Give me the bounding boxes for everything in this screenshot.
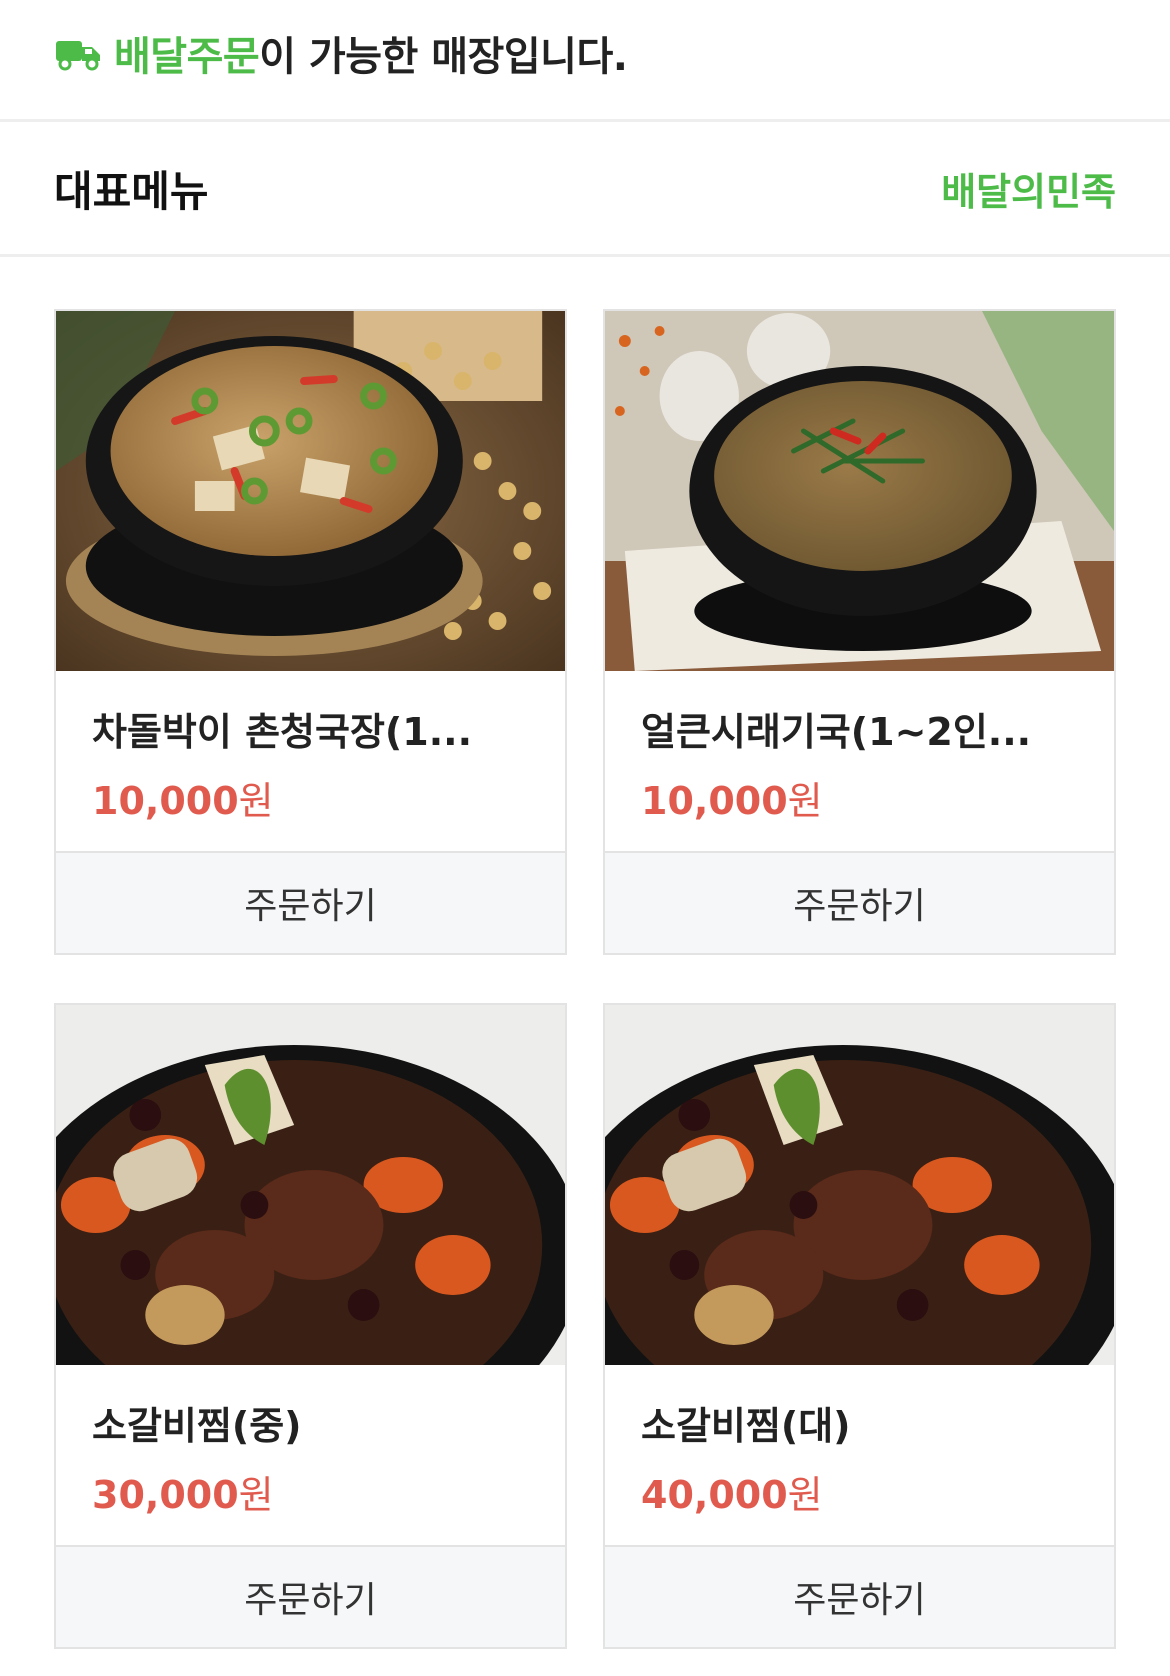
price-currency: 원	[238, 1473, 274, 1517]
menu-info: 차돌박이 촌청국장(1... 10,000원	[56, 671, 565, 853]
menu-info: 소갈비찜(중) 30,000원	[56, 1365, 565, 1547]
menu-grid: 차돌박이 촌청국장(1... 10,000원 주문하기 얼큰시래기국(1~2인.…	[0, 257, 1170, 1649]
menu-name[interactable]: 소갈비찜(대)	[641, 1395, 1078, 1450]
price-currency: 원	[238, 779, 274, 823]
order-button[interactable]: 주문하기	[56, 1547, 565, 1647]
baemin-link[interactable]: 배달의민족	[941, 161, 1116, 216]
delivery-rest: 이 가능한 매장입니다.	[259, 33, 628, 80]
price-value: 10,000	[92, 779, 239, 823]
delivery-banner: 배달주문이 가능한 매장입니다.	[0, 0, 1170, 122]
radish-greens-soup-photo[interactable]	[605, 311, 1114, 671]
menu-name[interactable]: 차돌박이 촌청국장(1...	[92, 701, 529, 756]
section-header: 대표메뉴 배달의민족	[0, 122, 1170, 257]
price-currency: 원	[787, 779, 823, 823]
soybean-paste-stew-photo[interactable]	[56, 311, 565, 671]
menu-name[interactable]: 소갈비찜(중)	[92, 1395, 529, 1450]
menu-info: 소갈비찜(대) 40,000원	[605, 1365, 1114, 1547]
menu-name[interactable]: 얼큰시래기국(1~2인...	[641, 701, 1078, 756]
delivery-banner-text: 배달주문이 가능한 매장입니다.	[114, 24, 628, 82]
braised-short-ribs-photo[interactable]	[605, 1005, 1114, 1365]
menu-card[interactable]: 얼큰시래기국(1~2인... 10,000원 주문하기	[603, 309, 1116, 955]
menu-info: 얼큰시래기국(1~2인... 10,000원	[605, 671, 1114, 853]
price-value: 40,000	[641, 1473, 788, 1517]
price-value: 10,000	[641, 779, 788, 823]
order-button[interactable]: 주문하기	[56, 853, 565, 953]
delivery-truck-icon	[56, 40, 100, 70]
order-button[interactable]: 주문하기	[605, 1547, 1114, 1647]
section-title: 대표메뉴	[54, 166, 209, 216]
menu-price: 40,000원	[641, 1464, 1078, 1519]
price-currency: 원	[787, 1473, 823, 1517]
menu-card[interactable]: 소갈비찜(중) 30,000원 주문하기	[54, 1003, 567, 1649]
menu-price: 10,000원	[92, 770, 529, 825]
price-value: 30,000	[92, 1473, 239, 1517]
delivery-highlight: 배달주문	[114, 33, 260, 80]
menu-price: 30,000원	[92, 1464, 529, 1519]
menu-price: 10,000원	[641, 770, 1078, 825]
order-button[interactable]: 주문하기	[605, 853, 1114, 953]
menu-card[interactable]: 차돌박이 촌청국장(1... 10,000원 주문하기	[54, 309, 567, 955]
menu-card[interactable]: 소갈비찜(대) 40,000원 주문하기	[603, 1003, 1116, 1649]
braised-short-ribs-photo[interactable]	[56, 1005, 565, 1365]
